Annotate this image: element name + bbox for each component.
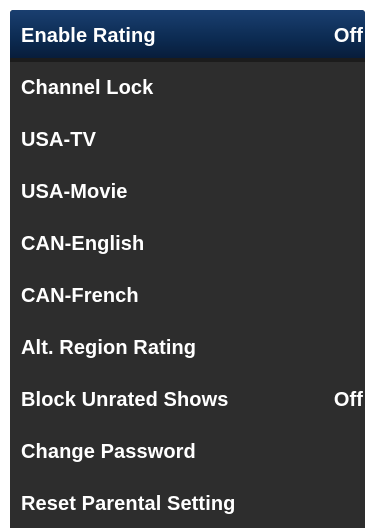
menu-item-channel-lock[interactable]: Channel Lock bbox=[10, 62, 365, 114]
menu-item-value: Off bbox=[333, 24, 363, 47]
menu-item-label: Enable Rating bbox=[21, 24, 156, 47]
menu-item-usa-tv[interactable]: USA-TV bbox=[10, 114, 365, 166]
menu-item-can-english[interactable]: CAN-English bbox=[10, 218, 365, 270]
menu-item-label: Reset Parental Setting bbox=[21, 492, 236, 515]
menu-item-label: Block Unrated Shows bbox=[21, 388, 229, 411]
menu-item-label: Channel Lock bbox=[21, 76, 154, 99]
menu-item-label: Alt. Region Rating bbox=[21, 336, 197, 359]
menu-item-label: USA-Movie bbox=[21, 180, 128, 203]
menu-item-label: USA-TV bbox=[21, 128, 97, 151]
menu-item-reset-parental-setting[interactable]: Reset Parental Setting bbox=[10, 478, 365, 528]
menu-item-label: CAN-English bbox=[21, 232, 145, 255]
parental-controls-menu: Enable Rating Off Channel Lock USA-TV US… bbox=[10, 10, 365, 528]
menu-item-block-unrated-shows[interactable]: Block Unrated Shows Off bbox=[10, 374, 365, 426]
menu-item-value: Off bbox=[333, 388, 363, 411]
menu-item-can-french[interactable]: CAN-French bbox=[10, 270, 365, 322]
menu-item-label: Change Password bbox=[21, 440, 196, 463]
menu-item-label: CAN-French bbox=[21, 284, 139, 307]
menu-item-usa-movie[interactable]: USA-Movie bbox=[10, 166, 365, 218]
menu-item-change-password[interactable]: Change Password bbox=[10, 426, 365, 478]
menu-item-enable-rating[interactable]: Enable Rating Off bbox=[10, 10, 365, 62]
menu-item-alt-region-rating[interactable]: Alt. Region Rating bbox=[10, 322, 365, 374]
